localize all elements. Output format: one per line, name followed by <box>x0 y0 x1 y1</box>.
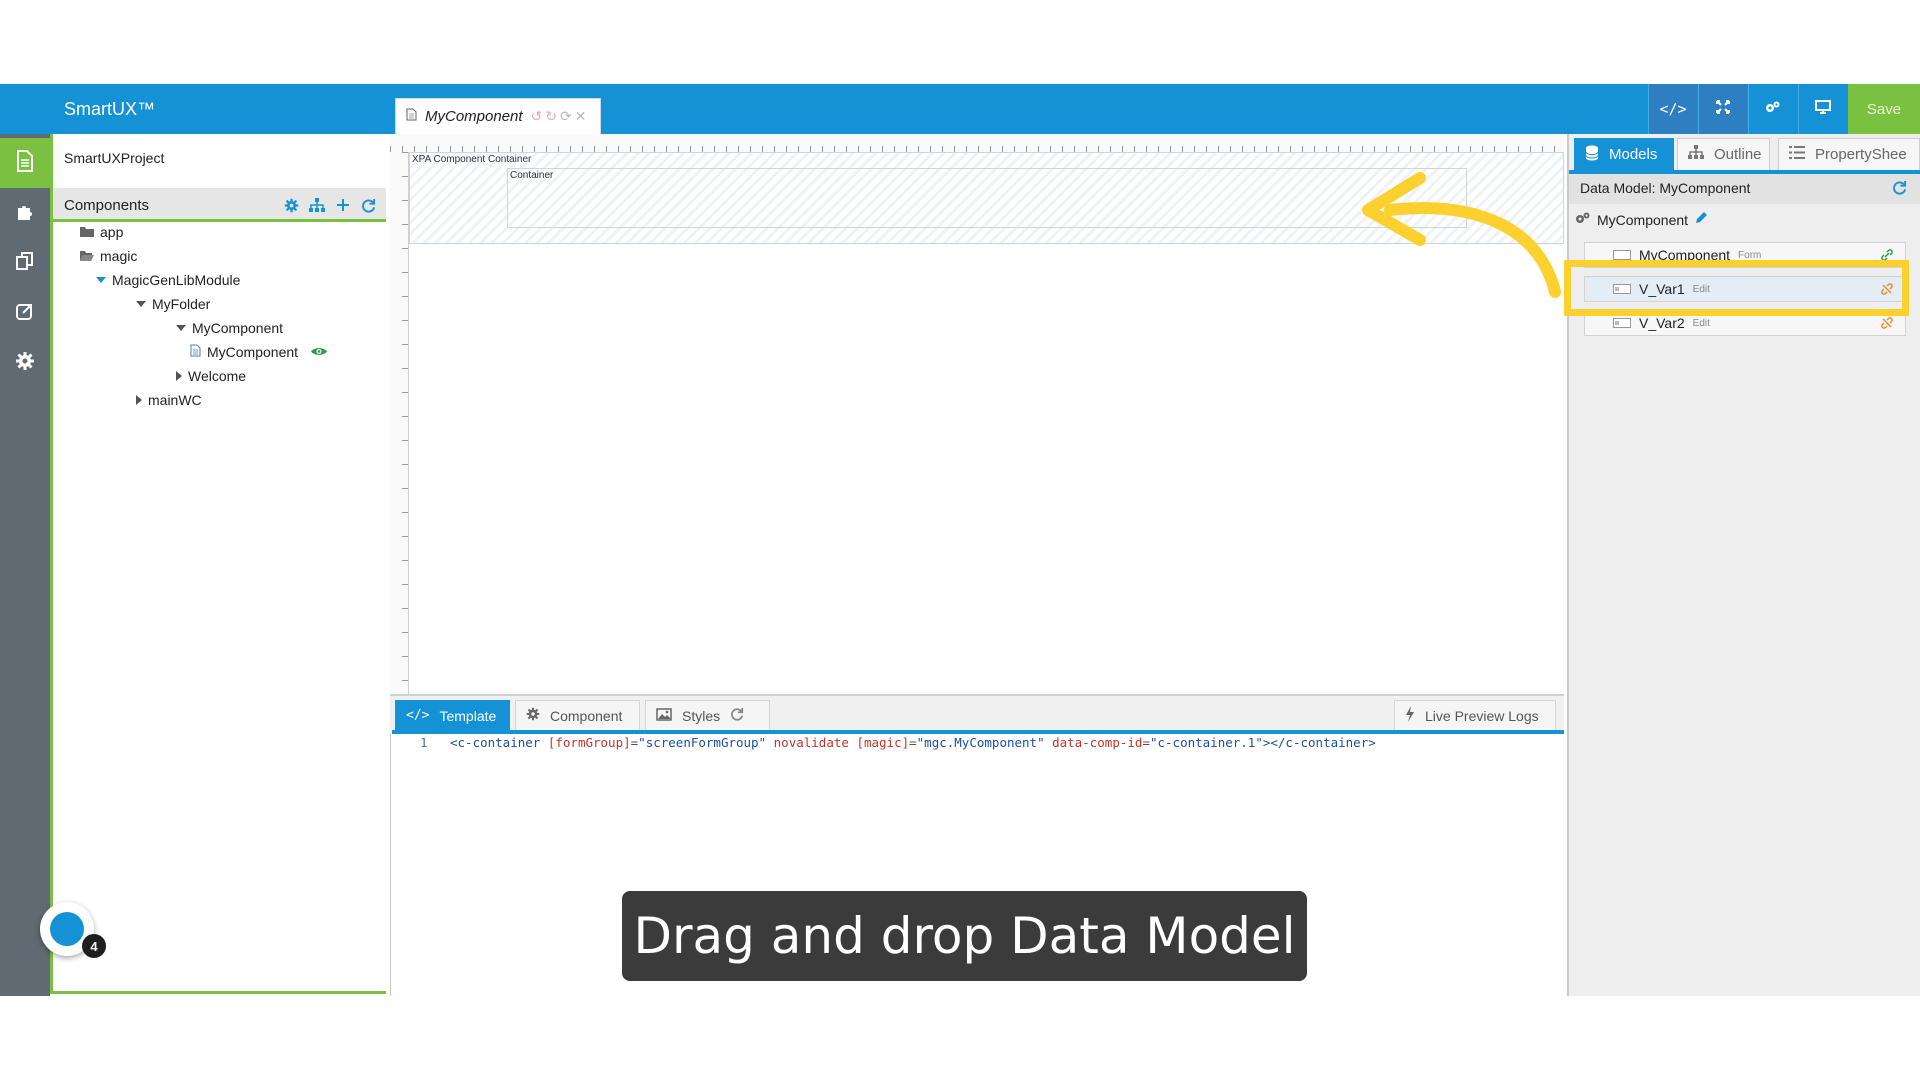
gears-icon <box>1575 211 1591 228</box>
code-attr-compid: data-comp-id <box>1052 735 1143 750</box>
refresh-icon[interactable] <box>1892 180 1907 200</box>
magic-logo-icon <box>50 912 84 946</box>
refresh-icon[interactable] <box>358 195 378 215</box>
top-bar <box>0 84 1920 134</box>
document-icon <box>190 344 201 360</box>
preview-button[interactable] <box>1798 84 1847 134</box>
caption-box: Drag and drop Data Model <box>622 891 1307 981</box>
tree-folder-myfolder[interactable]: MyFolder <box>136 294 210 314</box>
redo-icon[interactable]: ↻ <box>545 108 560 124</box>
code-val-compid: "c-container.1" <box>1149 735 1263 750</box>
sitemap-icon <box>1688 145 1704 164</box>
horizontal-ruler <box>390 134 1564 153</box>
document-tab[interactable]: MyComponent ↺↻⟳✕ <box>395 98 601 134</box>
database-icon <box>1585 145 1599 165</box>
image-icon <box>656 707 672 724</box>
model-root[interactable]: MyComponent <box>1575 211 1708 228</box>
list-icon <box>1789 146 1805 163</box>
highlight-box <box>1564 260 1909 316</box>
edit-field-icon <box>1613 315 1631 331</box>
tree-file-mycomponent[interactable]: MyComponent <box>190 342 328 362</box>
caption-text: Drag and drop Data Model <box>633 907 1296 965</box>
vertical-ruler <box>390 152 409 694</box>
tab-template[interactable]: </> Template <box>395 700 510 730</box>
undo-icon[interactable]: ↺ <box>531 108 546 124</box>
rail-plugins-button[interactable] <box>0 188 50 238</box>
container-dropzone[interactable] <box>507 168 1467 228</box>
gear-icon[interactable] <box>281 195 301 215</box>
code-open-tag: <c-container <box>450 735 541 750</box>
code-equals: = <box>1142 735 1150 750</box>
gear-icon <box>15 351 35 376</box>
lightning-icon <box>1405 706 1415 725</box>
refresh-icon[interactable] <box>730 707 744 724</box>
tree-folder-welcome[interactable]: Welcome <box>176 366 246 386</box>
code-attr-magic: [magic] <box>856 735 910 750</box>
chevron-down-icon <box>136 301 146 307</box>
code-close-tag: ></c-container> <box>1262 735 1376 750</box>
code-attr-novalidate: novalidate <box>773 735 849 750</box>
folder-icon <box>80 224 94 240</box>
code-line[interactable]: <c-container [formGroup] = "screenFormGrou… <box>450 735 1376 750</box>
data-model-title: Data Model: MyComponent <box>1580 180 1751 196</box>
tab-outline[interactable]: Outline <box>1677 138 1770 170</box>
components-title: Components <box>64 197 150 214</box>
save-button[interactable]: Save <box>1848 84 1920 134</box>
tree-folder-mainwc[interactable]: mainWC <box>136 390 202 410</box>
add-icon[interactable] <box>333 195 353 215</box>
share-icon <box>15 301 35 326</box>
code-equals: = <box>909 735 917 750</box>
chevron-right-icon <box>176 371 182 381</box>
rail-export-button[interactable] <box>0 288 50 338</box>
settings-button[interactable] <box>1748 84 1797 134</box>
tab-models[interactable]: Models <box>1574 138 1674 170</box>
tree-module-magicgenlibmodule[interactable]: MagicGenLibModule <box>96 270 240 290</box>
gear-icon <box>526 707 540 724</box>
pencil-icon[interactable] <box>1694 211 1708 228</box>
tree-folder-app[interactable]: app <box>80 222 123 242</box>
document-icon <box>406 108 417 125</box>
code-view-button[interactable]: </> <box>1648 84 1697 134</box>
container-label: Container <box>510 170 554 181</box>
tab-styles[interactable]: Styles <box>645 700 770 730</box>
line-number: 1 <box>420 735 428 750</box>
document-icon <box>16 149 34 177</box>
tab-controls: ↺↻⟳✕ <box>531 108 590 125</box>
gears-icon <box>1765 100 1781 119</box>
code-icon: </> <box>406 708 430 723</box>
tree-folder-magic[interactable]: magic <box>80 246 137 266</box>
code-icon: </> <box>1659 100 1687 118</box>
code-attr-formgroup: [formGroup] <box>547 735 631 750</box>
notification-count: 4 <box>82 934 106 958</box>
xpa-container-label: XPA Component Container <box>412 154 532 165</box>
chevron-right-icon <box>136 395 142 405</box>
unlink-icon[interactable] <box>1881 316 1893 332</box>
puzzle-icon <box>15 201 35 226</box>
rail-components-button[interactable] <box>0 138 50 188</box>
expand-icon <box>1716 99 1730 119</box>
monitor-icon <box>1815 99 1831 119</box>
code-val-magic: "mgc.MyComponent" <box>916 735 1045 750</box>
app-brand: SmartUX™ <box>64 99 156 119</box>
folder-open-icon <box>80 248 94 264</box>
eye-icon[interactable] <box>310 344 328 360</box>
rail-copy-button[interactable] <box>0 238 50 288</box>
document-tab-title: MyComponent <box>425 108 523 125</box>
code-val-formgroup: "screenFormGroup" <box>638 735 767 750</box>
close-icon[interactable]: ✕ <box>575 108 590 124</box>
reload-icon[interactable]: ⟳ <box>560 108 575 124</box>
tab-live-preview-logs[interactable]: Live Preview Logs <box>1394 700 1556 730</box>
curved-arrow-icon <box>1362 172 1561 298</box>
tab-property-sheet[interactable]: PropertyShee <box>1778 138 1920 170</box>
expand-button[interactable] <box>1698 84 1747 134</box>
tree-folder-mycomponent[interactable]: MyComponent <box>176 318 283 338</box>
sitemap-icon[interactable] <box>307 195 327 215</box>
rail-settings-button[interactable] <box>0 338 50 388</box>
chevron-down-icon <box>96 277 106 283</box>
project-name[interactable]: SmartUXProject <box>64 150 164 166</box>
copy-icon <box>15 251 35 276</box>
tab-component[interactable]: Component <box>515 700 640 730</box>
chevron-down-icon <box>176 325 186 331</box>
